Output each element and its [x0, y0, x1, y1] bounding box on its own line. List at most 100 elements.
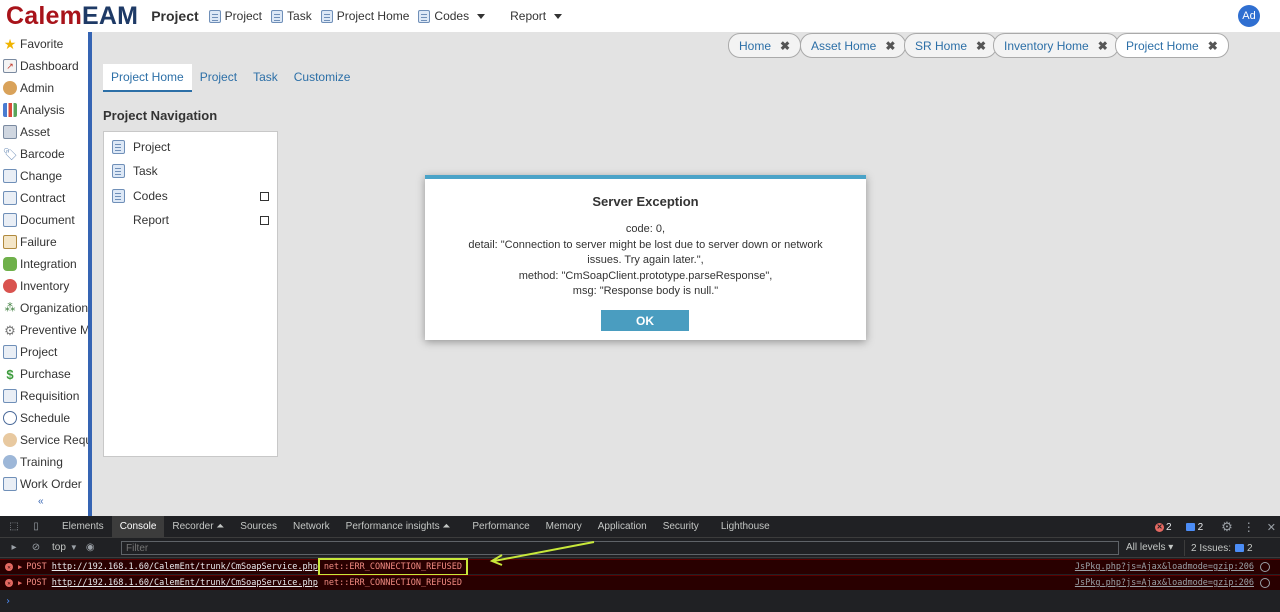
- error-count-badge[interactable]: ✕ 2: [1151, 522, 1176, 533]
- nav-item-codes[interactable]: Codes: [112, 189, 168, 203]
- devtools-tab-recorder[interactable]: Recorder ⏶: [164, 516, 232, 538]
- sidebar-item-label: Favorite: [20, 37, 64, 51]
- expand-codes-icon[interactable]: [260, 192, 269, 201]
- ok-button[interactable]: OK: [601, 310, 689, 331]
- device-toolbar-icon[interactable]: ▯: [28, 521, 44, 533]
- sidebar-item-work-order[interactable]: Work Order: [0, 473, 88, 495]
- devtools-tab-application[interactable]: Application: [590, 516, 655, 538]
- topnav-project-home[interactable]: Project Home: [320, 9, 410, 23]
- puzzle-icon: [3, 257, 17, 271]
- home-tab-home[interactable]: Home ✖: [728, 33, 802, 58]
- close-icon[interactable]: ✖: [976, 39, 986, 53]
- log-levels-dropdown[interactable]: All levels ▾: [1126, 542, 1173, 553]
- eye-icon[interactable]: ◉: [86, 542, 95, 553]
- chevron-down-icon: [477, 13, 486, 19]
- devtools-tab-lighthouse[interactable]: Lighthouse: [713, 516, 778, 538]
- issues-counter[interactable]: 2 Issues: 2: [1184, 540, 1253, 556]
- topnav-report[interactable]: Report: [510, 9, 563, 23]
- devtools-tab-console[interactable]: Console: [111, 515, 165, 538]
- home-tab-project-home[interactable]: Project Home ✖: [1115, 33, 1229, 58]
- context-selector[interactable]: top: [52, 542, 66, 553]
- tab-customize[interactable]: Customize: [286, 64, 359, 92]
- module-title: Project: [151, 8, 199, 24]
- sidebar-item-contract[interactable]: Contract: [0, 187, 88, 209]
- log-source-link[interactable]: JsPkg.php?js=Ajax&loadmode=gzip:206: [1075, 578, 1254, 588]
- avatar[interactable]: Ad: [1238, 5, 1260, 27]
- home-tab-sr-home[interactable]: SR Home ✖: [904, 33, 998, 58]
- sidebar-item-change[interactable]: Change: [0, 165, 88, 187]
- topnav-task[interactable]: Task: [271, 9, 312, 23]
- log-error: net::ERR_CONNECTION_REFUSED: [323, 578, 462, 588]
- collapse-sidebar-icon[interactable]: «: [38, 496, 44, 507]
- devtools-tab-performance[interactable]: Performance: [464, 516, 537, 538]
- sidebar-item-schedule[interactable]: Schedule: [0, 407, 88, 429]
- message-count-badge[interactable]: 2: [1182, 522, 1208, 533]
- log-url[interactable]: http://192.168.1.60/CalemEnt/trunk/CmSoa…: [52, 562, 318, 572]
- log-method: POST: [26, 562, 47, 572]
- home-tab-label: Home: [739, 38, 772, 53]
- doc-icon: [418, 9, 431, 23]
- sidebar-item-preventive[interactable]: ⚙ Preventive Ma: [0, 319, 88, 341]
- training-icon: [3, 455, 17, 469]
- topnav-label: Project Home: [336, 9, 410, 23]
- sidebar-item-admin[interactable]: Admin: [0, 77, 88, 99]
- console-filter-input[interactable]: [121, 541, 1119, 555]
- close-icon[interactable]: ✖: [885, 39, 895, 53]
- sidebar-item-analysis[interactable]: Analysis: [0, 99, 88, 121]
- log-url[interactable]: http://192.168.1.60/CalemEnt/trunk/CmSoa…: [52, 578, 318, 588]
- sidebar-item-organization[interactable]: ⁂ Organization: [0, 297, 89, 319]
- settings-gear-icon[interactable]: ⚙: [1221, 519, 1233, 535]
- sidebar-item-requisition[interactable]: Requisition: [0, 385, 88, 407]
- sidebar-item-service-request[interactable]: Service Reque: [0, 429, 88, 451]
- app-logo[interactable]: CalemEAM: [6, 2, 138, 31]
- tab-project-home[interactable]: Project Home: [103, 64, 192, 92]
- devtools-tab-security[interactable]: Security: [655, 516, 707, 538]
- sidebar-item-training[interactable]: Training: [0, 451, 88, 473]
- sidebar-item-dashboard[interactable]: ↗ Dashboard: [0, 55, 88, 77]
- sidebar-item-asset[interactable]: Asset: [0, 121, 88, 143]
- console-log-row[interactable]: ✕ ▶ POST http://192.168.1.60/CalemEnt/tr…: [0, 558, 1280, 576]
- close-devtools-icon[interactable]: ✕: [1267, 521, 1276, 534]
- expand-triangle-icon[interactable]: ▶: [18, 579, 22, 587]
- nav-item-task[interactable]: Task: [112, 164, 158, 178]
- close-icon[interactable]: ✖: [780, 39, 790, 53]
- sidebar-item-failure[interactable]: Failure: [0, 231, 88, 253]
- devtools-tab-elements[interactable]: Elements: [54, 516, 112, 538]
- close-icon[interactable]: ✖: [1208, 39, 1218, 53]
- tab-task[interactable]: Task: [245, 64, 286, 92]
- devtools-tab-memory[interactable]: Memory: [538, 516, 590, 538]
- topnav-project[interactable]: Project: [208, 9, 262, 23]
- devtools-tab-sources[interactable]: Sources: [232, 516, 285, 538]
- doc-icon: [320, 9, 333, 23]
- sidebar-item-project[interactable]: Project: [0, 341, 88, 363]
- devtools-tab-performance-insights[interactable]: Performance insights ⏶: [338, 516, 459, 538]
- home-tab-asset-home[interactable]: Asset Home ✖: [800, 33, 907, 58]
- project-icon: [3, 345, 17, 359]
- clear-console-icon[interactable]: ⊘: [28, 542, 44, 554]
- nav-item-project[interactable]: Project: [112, 140, 170, 154]
- inspect-element-icon[interactable]: ⬚: [6, 521, 22, 533]
- nav-item-report[interactable]: Report: [133, 213, 169, 227]
- sidebar-item-integration[interactable]: Integration: [0, 253, 88, 275]
- sidebar-item-barcode[interactable]: 🏷 Barcode: [0, 143, 88, 165]
- devtools-tab-network[interactable]: Network: [285, 516, 338, 538]
- sidebar-item-label: Inventory: [20, 279, 70, 293]
- sidebar-item-document[interactable]: Document: [0, 209, 88, 231]
- doc-icon: [271, 9, 284, 23]
- sidebar-item-favorite[interactable]: ★ Favorite: [0, 33, 88, 55]
- expand-triangle-icon[interactable]: ▶: [18, 563, 22, 571]
- sidebar-item-label: Service Reque: [20, 433, 88, 447]
- star-icon: ★: [3, 36, 17, 52]
- sidebar-item-inventory[interactable]: Inventory: [0, 275, 88, 297]
- tab-project[interactable]: Project: [192, 64, 245, 92]
- sidebar-toggle-icon[interactable]: ▸: [6, 542, 22, 554]
- sidebar-item-purchase[interactable]: $ Purchase: [0, 363, 88, 385]
- more-options-icon[interactable]: ⋮: [1243, 520, 1255, 534]
- log-source-link[interactable]: JsPkg.php?js=Ajax&loadmode=gzip:206: [1075, 562, 1254, 572]
- console-prompt-icon[interactable]: ›: [5, 596, 11, 607]
- home-tab-inventory-home[interactable]: Inventory Home ✖: [993, 33, 1119, 58]
- expand-report-icon[interactable]: [260, 216, 269, 225]
- topnav-codes[interactable]: Codes: [418, 9, 486, 23]
- close-icon[interactable]: ✖: [1098, 39, 1108, 53]
- console-log-row[interactable]: ✕ ▶ POST http://192.168.1.60/CalemEnt/tr…: [0, 575, 1280, 590]
